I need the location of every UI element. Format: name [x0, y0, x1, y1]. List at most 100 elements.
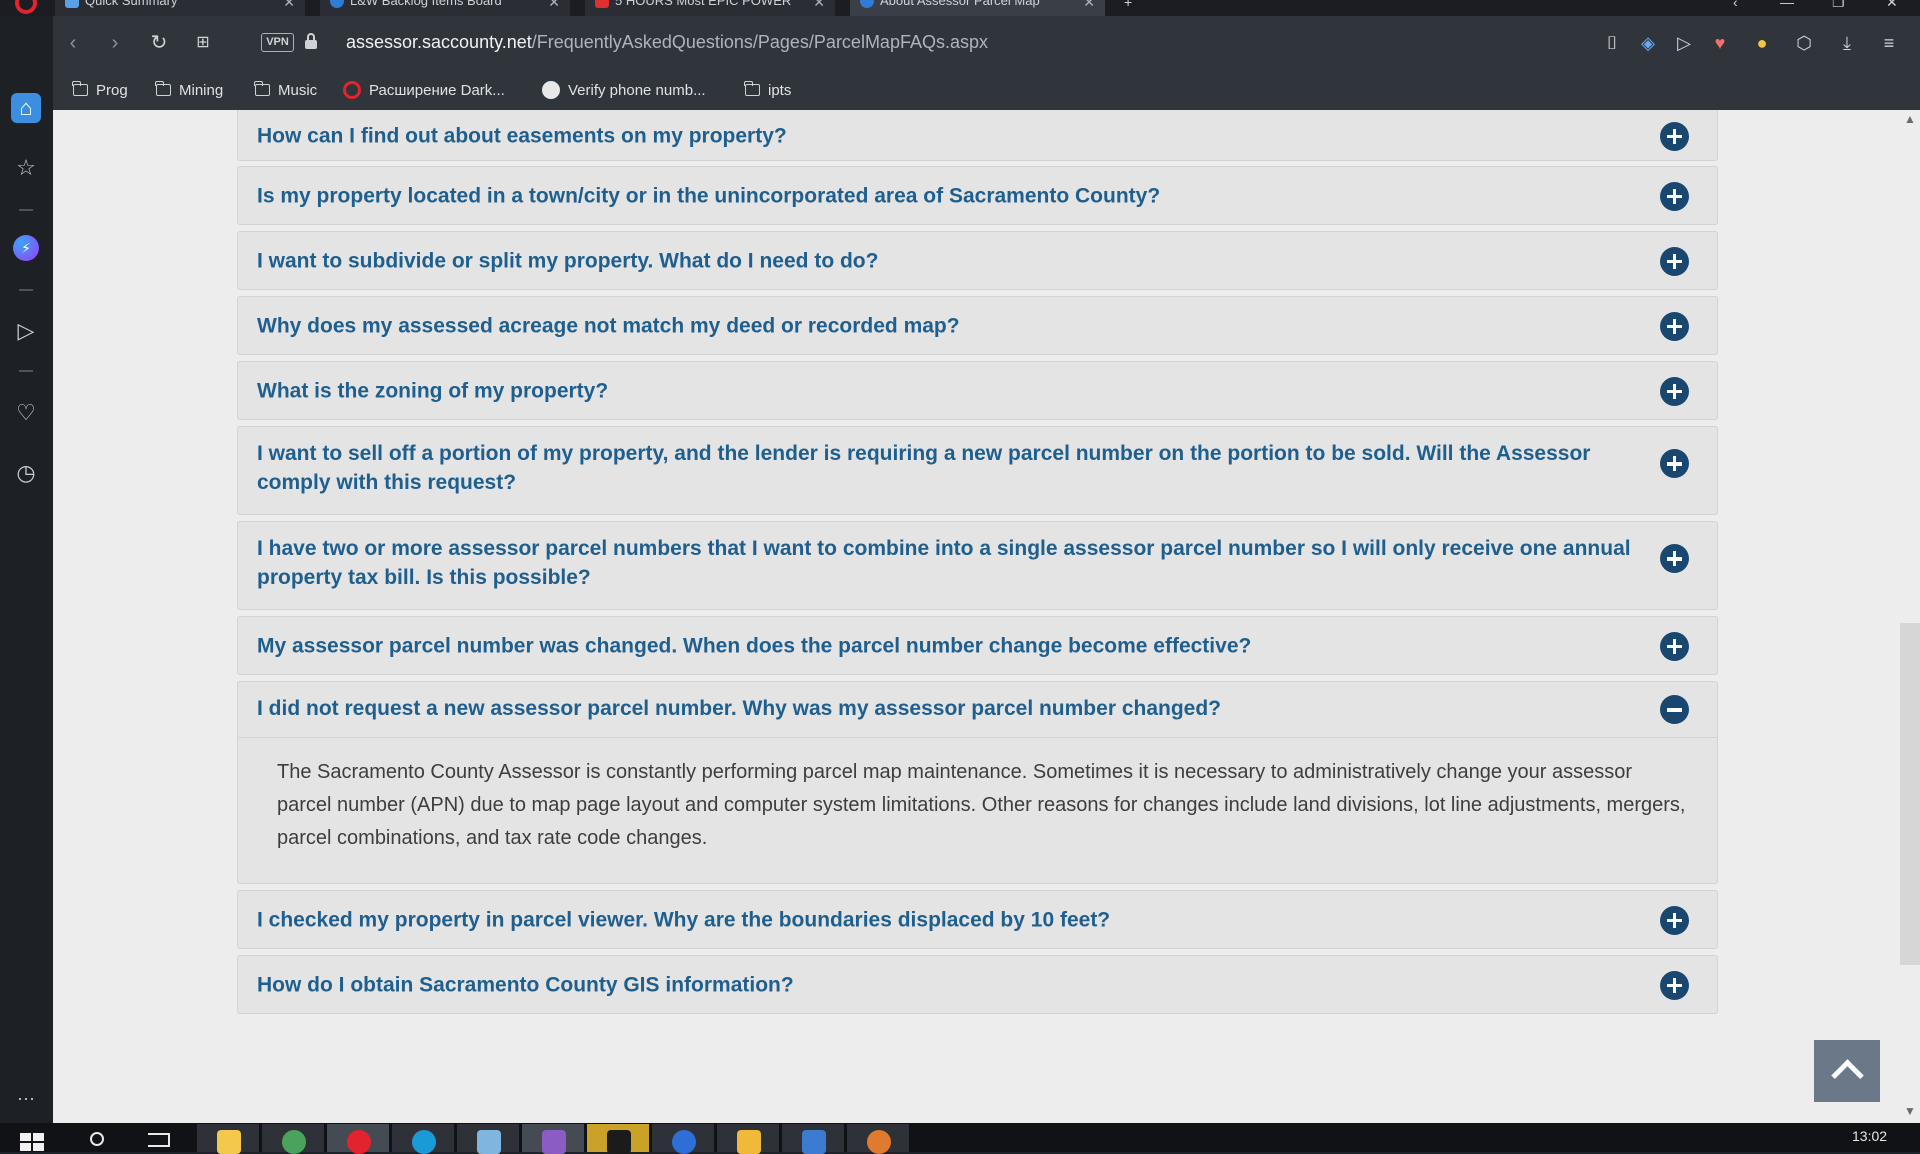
faq-item[interactable]: I have two or more assessor parcel numbe… [237, 521, 1718, 610]
visual-studio-button[interactable] [522, 1124, 584, 1154]
back-icon[interactable]: ‹ [61, 31, 85, 55]
close-icon[interactable]: ✕ [548, 0, 560, 11]
app-icon [672, 1130, 696, 1154]
app-button[interactable] [782, 1124, 844, 1154]
bookmark-prog[interactable]: Prog [72, 79, 128, 101]
faq-question[interactable]: I want to sell off a portion of my prope… [257, 439, 1647, 497]
camera-icon[interactable]: ⌷ [1599, 30, 1625, 56]
heart-icon[interactable]: ♡ [11, 398, 41, 428]
plus-circle-icon[interactable] [1660, 631, 1689, 661]
plus-circle-icon[interactable] [1660, 376, 1689, 406]
bookmark-ipts[interactable]: ipts [744, 79, 791, 101]
tabs-grid-icon[interactable]: ⊞ [191, 31, 215, 55]
faq-question[interactable]: I did not request a new assessor parcel … [257, 694, 1647, 723]
more-icon[interactable]: ··· [11, 1083, 41, 1113]
messenger-icon[interactable]: ⚡ [13, 235, 39, 261]
minimize-icon[interactable]: — [1780, 0, 1794, 10]
faq-question[interactable]: Why does my assessed acreage not match m… [257, 311, 1647, 340]
plus-circle-icon[interactable] [1660, 181, 1689, 211]
tab-backlog[interactable]: L&W Backlog Items Board ✕ [320, 0, 570, 16]
scrollbar[interactable] [1897, 110, 1920, 1123]
faq-item[interactable]: Why does my assessed acreage not match m… [237, 296, 1718, 355]
close-icon[interactable]: ✕ [813, 0, 825, 11]
search-icon[interactable] [90, 1132, 104, 1146]
close-icon[interactable]: ✕ [283, 0, 295, 11]
skype-button[interactable] [392, 1124, 454, 1154]
faq-question[interactable]: I have two or more assessor parcel numbe… [257, 534, 1647, 592]
tab-youtube[interactable]: 5 HOURS Most EPIC POWER ✕ [585, 0, 835, 16]
faq-question[interactable]: My assessor parcel number was changed. W… [257, 631, 1647, 660]
faq-question[interactable]: I checked my property in parcel viewer. … [257, 905, 1647, 934]
bookmark-label: Расширение Dark... [369, 81, 505, 99]
send-icon[interactable]: ▷ [1671, 30, 1697, 56]
faq-question[interactable]: How do I obtain Sacramento County GIS in… [257, 970, 1647, 999]
app-button[interactable] [457, 1124, 519, 1154]
taskbar: 13:02 [0, 1123, 1920, 1154]
faq-item[interactable]: What is the zoning of my property? [237, 361, 1718, 420]
plus-circle-icon[interactable] [1660, 905, 1689, 935]
tab-active-parcel-map[interactable]: About Assessor Parcel Map ✕ [850, 0, 1105, 16]
shield-icon[interactable]: ◈ [1635, 30, 1661, 56]
faq-item[interactable]: I checked my property in parcel viewer. … [237, 890, 1718, 949]
file-explorer-button[interactable] [197, 1124, 259, 1154]
app-button[interactable] [847, 1124, 909, 1154]
bulb-icon[interactable]: ● [1749, 30, 1775, 56]
reload-icon[interactable]: ↻ [147, 31, 171, 55]
heart-icon[interactable]: ♥ [1707, 30, 1733, 56]
faq-item[interactable]: My assessor parcel number was changed. W… [237, 616, 1718, 675]
plus-circle-icon[interactable] [1660, 121, 1689, 151]
faq-item[interactable]: I want to subdivide or split my property… [237, 231, 1718, 290]
app-button[interactable] [717, 1124, 779, 1154]
bookmark-music[interactable]: Music [254, 79, 317, 101]
tab-menu-icon[interactable]: ‹ [1733, 0, 1738, 10]
plus-circle-icon[interactable] [1660, 311, 1689, 341]
tab-quick-summary[interactable]: Quick Summary ✕ [55, 0, 305, 16]
task-view-icon[interactable] [148, 1133, 170, 1147]
cube-icon[interactable]: ⬡ [1791, 30, 1817, 56]
opera-icon [347, 1130, 371, 1154]
url-field[interactable]: assessor.saccounty.net/FrequentlyAskedQu… [346, 32, 988, 53]
faq-divider [238, 737, 1717, 738]
window-close-icon[interactable]: ✕ [1886, 0, 1898, 11]
new-tab-icon[interactable]: + [1124, 0, 1132, 10]
chrome-button[interactable] [262, 1124, 324, 1154]
faq-item[interactable]: How can I find out about easements on my… [237, 110, 1718, 161]
home-icon[interactable]: ⌂ [11, 93, 41, 123]
plus-circle-icon[interactable] [1660, 246, 1689, 276]
plus-circle-icon[interactable] [1660, 449, 1689, 478]
settings-menu-icon[interactable]: ≡ [1876, 30, 1902, 56]
bookmark-dark-extension[interactable]: Расширение Dark... [343, 79, 505, 101]
player-icon[interactable]: ▷ [11, 316, 41, 346]
faq-item[interactable]: Is my property located in a town/city or… [237, 166, 1718, 225]
maximize-icon[interactable]: ❐ [1832, 0, 1845, 11]
close-icon[interactable]: ✕ [1083, 0, 1095, 11]
clock[interactable]: 13:02 [1852, 1128, 1887, 1144]
minus-circle-icon[interactable] [1660, 695, 1689, 724]
faq-item-expanded[interactable]: I did not request a new assessor parcel … [237, 681, 1718, 884]
history-icon[interactable]: ◷ [11, 458, 41, 488]
bookmark-mining[interactable]: Mining [155, 79, 223, 101]
plus-circle-icon[interactable] [1660, 970, 1689, 1000]
plus-circle-icon[interactable] [1660, 544, 1689, 573]
scroll-down-icon[interactable]: ▼ [1904, 1104, 1916, 1118]
forward-icon[interactable]: › [103, 31, 127, 55]
rider-button[interactable] [587, 1124, 649, 1154]
faq-question[interactable]: What is the zoning of my property? [257, 376, 1647, 405]
app-button[interactable] [652, 1124, 714, 1154]
opera-menu-icon[interactable] [15, 0, 37, 14]
lock-icon[interactable] [305, 33, 317, 49]
faq-question[interactable]: I want to subdivide or split my property… [257, 246, 1647, 275]
faq-item[interactable]: How do I obtain Sacramento County GIS in… [237, 955, 1718, 1014]
scroll-up-icon[interactable]: ▲ [1904, 112, 1916, 126]
faq-question[interactable]: Is my property located in a town/city or… [257, 181, 1647, 210]
faq-item[interactable]: I want to sell off a portion of my prope… [237, 426, 1718, 515]
vpn-badge[interactable]: VPN [261, 33, 294, 52]
faq-question[interactable]: How can I find out about easements on my… [257, 121, 1647, 150]
bookmark-verify-phone[interactable]: Verify phone numb... [542, 79, 706, 101]
windows-start-icon[interactable] [20, 1133, 46, 1152]
download-icon[interactable]: ⤓ [1834, 30, 1860, 56]
scrollbar-thumb[interactable] [1900, 623, 1920, 965]
back-to-top-button[interactable] [1814, 1040, 1880, 1102]
opera-button[interactable] [327, 1124, 389, 1154]
star-icon[interactable]: ☆ [11, 153, 41, 183]
